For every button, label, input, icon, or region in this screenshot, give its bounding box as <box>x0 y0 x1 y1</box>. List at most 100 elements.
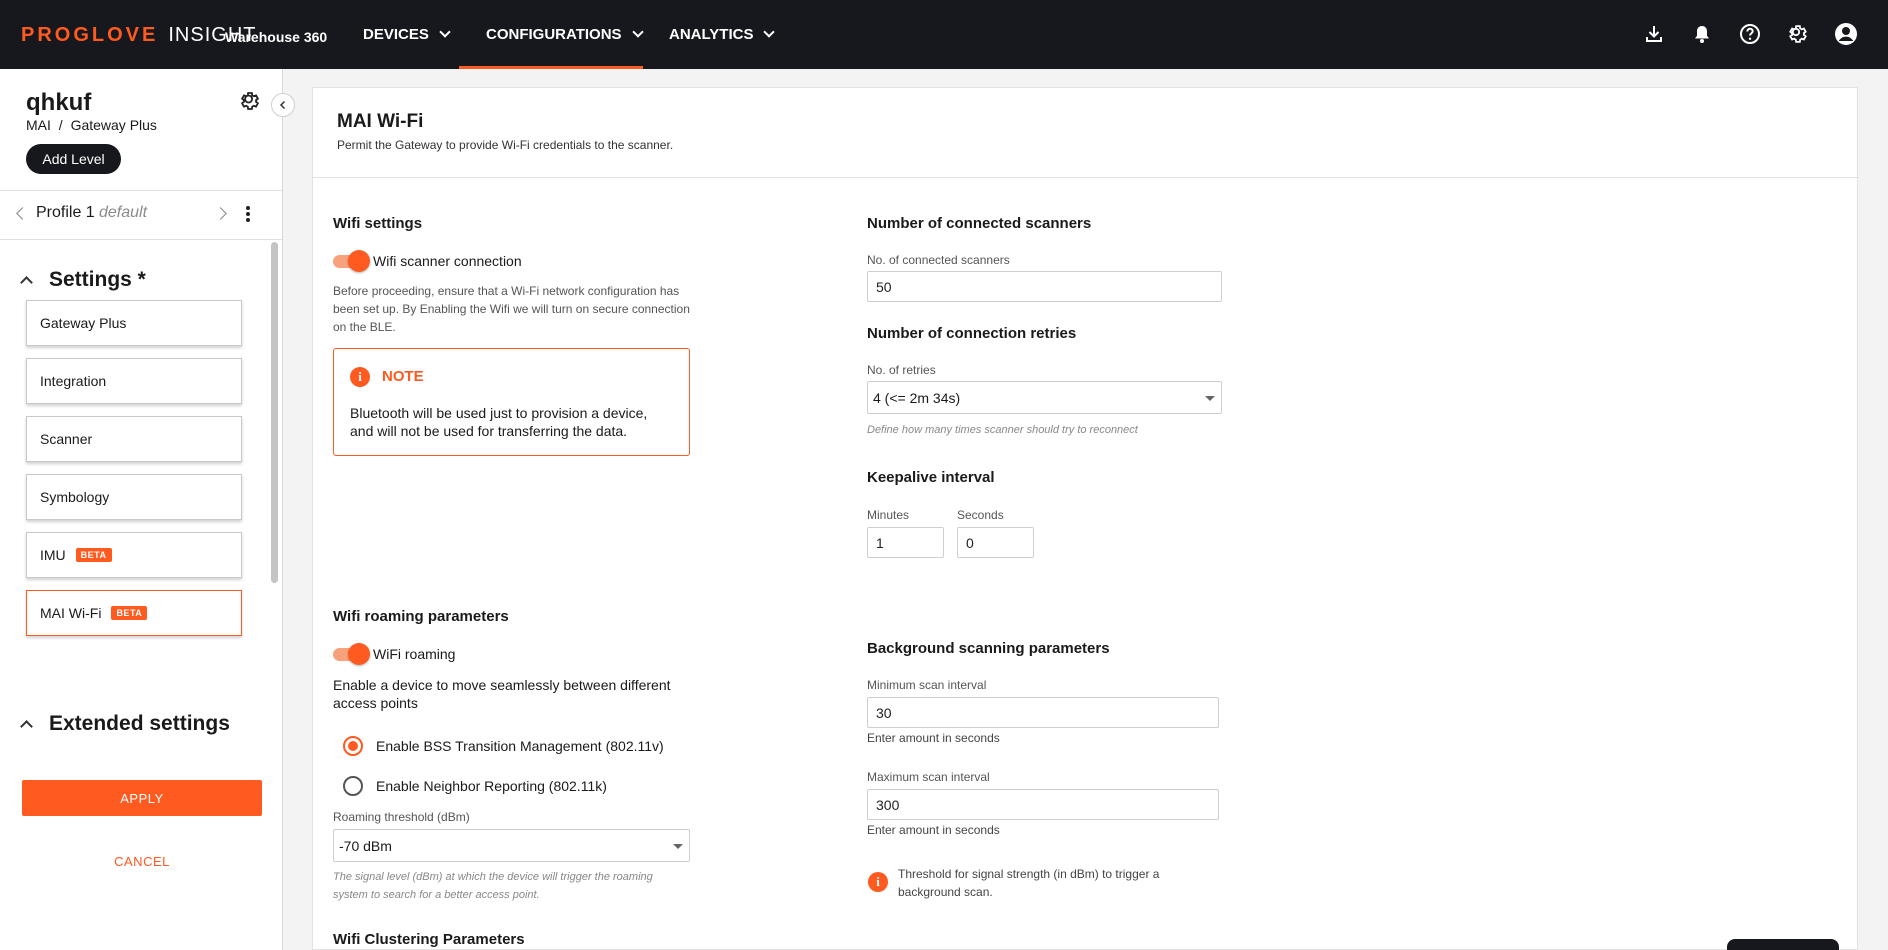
roaming-threshold-label: Roaming threshold (dBm) <box>333 810 470 824</box>
sidebar-item-gateway-plus[interactable]: Gateway Plus <box>26 300 242 346</box>
sidebar-item-mai-wifi[interactable]: MAI Wi-Fi BETA <box>26 590 242 636</box>
page-title: MAI Wi-Fi <box>337 111 424 132</box>
top-icons <box>1642 22 1858 46</box>
gear-icon[interactable] <box>1786 22 1810 46</box>
chevron-right-icon[interactable] <box>214 207 227 220</box>
max-scan-label: Maximum scan interval <box>867 770 990 784</box>
divider <box>313 177 1859 178</box>
background-scanning-heading: Background scanning parameters <box>867 640 1110 657</box>
more-vertical-icon[interactable] <box>240 203 256 225</box>
connected-scanners-heading: Number of connected scanners <box>867 215 1092 232</box>
chevron-left-icon <box>279 100 286 110</box>
settings-section-header[interactable]: Settings * <box>20 265 146 295</box>
wifi-scanner-connection-label: Wifi scanner connection <box>373 253 522 269</box>
sidebar-item-imu[interactable]: IMU BETA <box>26 532 242 578</box>
main-card: MAI Wi-Fi Permit the Gateway to provide … <box>312 87 1859 950</box>
min-scan-input[interactable] <box>867 697 1219 728</box>
chevron-down-icon <box>439 26 451 38</box>
breadcrumb-separator: / <box>58 117 63 133</box>
background-info-text: Threshold for signal strength (in dBm) t… <box>898 867 1160 899</box>
retries-select[interactable]: 4 (<= 2m 34s) <box>867 381 1222 414</box>
account-icon[interactable] <box>1834 22 1858 46</box>
wifi-scanner-connection-toggle[interactable] <box>333 250 370 272</box>
sidebar-item-label: IMU <box>40 547 66 563</box>
bss-transition-label: Enable BSS Transition Management (802.11… <box>376 738 664 754</box>
sidebar-item-label: Symbology <box>40 489 110 505</box>
roaming-threshold-help: The signal level (dBm) at which the devi… <box>333 871 653 901</box>
min-scan-label: Minimum scan interval <box>867 678 987 692</box>
connected-scanners-input[interactable] <box>867 271 1222 302</box>
connected-scanners-label: No. of connected scanners <box>867 253 1010 267</box>
settings-nav-list: Settings * Gateway Plus Integration Scan… <box>0 240 282 755</box>
retries-selected-value: 4 (<= 2m 34s) <box>873 389 961 406</box>
sidebar-item-symbology[interactable]: Symbology <box>26 474 242 520</box>
workspace-name: Warehouse 360 <box>225 29 328 45</box>
wifi-settings-description: Before proceeding, ensure that a Wi-Fi n… <box>333 284 690 334</box>
brand-logo[interactable]: PROGLOVE INSIGHT Warehouse 360 <box>21 24 327 47</box>
nav-configurations[interactable]: CONFIGURATIONS <box>486 0 644 69</box>
wifi-settings-heading: Wifi settings <box>333 215 423 232</box>
nav-analytics[interactable]: ANALYTICS <box>669 0 776 69</box>
level-title: qhkuf <box>26 89 92 116</box>
sidebar: qhkuf MAI / Gateway Plus Add Level Profi… <box>0 69 283 950</box>
chevron-left-icon[interactable] <box>16 207 29 220</box>
sidebar-scrollbar[interactable] <box>271 242 278 583</box>
chevron-down-icon <box>631 26 644 38</box>
keepalive-heading: Keepalive interval <box>867 469 995 486</box>
apply-button[interactable]: APPLY <box>22 780 262 816</box>
profile-name: Profile 1 <box>36 204 95 221</box>
beta-badge: BETA <box>111 606 148 620</box>
minutes-label: Minutes <box>867 508 910 522</box>
roaming-heading: Wifi roaming parameters <box>333 608 509 625</box>
neighbor-reporting-radio[interactable] <box>343 776 363 796</box>
sidebar-item-label: Integration <box>40 373 107 389</box>
nav-devices[interactable]: DEVICES <box>363 0 451 69</box>
profile-selector: Profile 1 default <box>0 191 282 239</box>
cancel-button[interactable]: CANCEL <box>22 846 262 876</box>
breadcrumb-leaf[interactable]: Gateway Plus <box>71 117 157 133</box>
roaming-description: Enable a device to move seamlessly betwe… <box>333 677 671 711</box>
chevron-up-icon <box>20 276 33 289</box>
roaming-threshold-value: -70 dBm <box>339 837 392 854</box>
max-scan-input[interactable] <box>867 789 1219 820</box>
help-icon[interactable] <box>1738 22 1762 46</box>
nav-devices-label: DEVICES <box>363 26 429 43</box>
connection-retries-heading: Number of connection retries <box>867 325 1077 342</box>
roaming-threshold-select[interactable]: -70 dBm <box>333 829 690 862</box>
sidebar-item-integration[interactable]: Integration <box>26 358 242 404</box>
keepalive-seconds-input[interactable] <box>957 527 1034 558</box>
brand-name: PROGLOVE <box>21 24 159 46</box>
keepalive-minutes-input[interactable] <box>867 527 944 558</box>
sidebar-item-label: Scanner <box>40 431 93 447</box>
note-box: i NOTE Bluetooth will be used just to pr… <box>333 348 690 456</box>
page-subtitle: Permit the Gateway to provide Wi-Fi cred… <box>337 138 674 152</box>
level-settings-gear-icon[interactable] <box>238 89 262 113</box>
extended-settings-header[interactable]: Extended settings <box>20 709 230 739</box>
sidebar-item-scanner[interactable]: Scanner <box>26 416 242 462</box>
add-level-button[interactable]: Add Level <box>26 144 121 174</box>
breadcrumb-root[interactable]: MAI <box>26 117 51 133</box>
breadcrumb: MAI / Gateway Plus <box>26 117 157 133</box>
note-text: Bluetooth will be used just to provision… <box>350 405 648 439</box>
neighbor-reporting-label: Enable Neighbor Reporting (802.11k) <box>376 778 607 794</box>
sidebar-item-label: Gateway Plus <box>40 315 127 331</box>
info-icon: i <box>868 872 888 892</box>
extended-settings-label: Extended settings <box>49 712 230 735</box>
download-icon[interactable] <box>1642 22 1666 46</box>
sidebar-item-label: MAI Wi-Fi <box>40 605 102 621</box>
note-title: NOTE <box>382 368 424 385</box>
bss-transition-radio[interactable] <box>343 736 363 756</box>
wifi-roaming-label: WiFi roaming <box>373 646 456 662</box>
max-scan-help: Enter amount in seconds <box>867 823 1000 837</box>
collapse-sidebar-button[interactable] <box>271 93 295 117</box>
dropdown-arrow-icon <box>1205 396 1215 401</box>
retries-help: Define how many times scanner should try… <box>867 424 1138 436</box>
chevron-up-icon <box>20 720 33 733</box>
chevron-down-icon <box>763 26 776 38</box>
profile-default-tag: default <box>99 204 148 221</box>
dropdown-arrow-icon <box>673 844 683 849</box>
floating-action-button[interactable] <box>1727 939 1839 950</box>
wifi-roaming-toggle[interactable] <box>333 643 370 665</box>
beta-badge: BETA <box>75 548 112 562</box>
bell-icon[interactable] <box>1690 22 1714 46</box>
